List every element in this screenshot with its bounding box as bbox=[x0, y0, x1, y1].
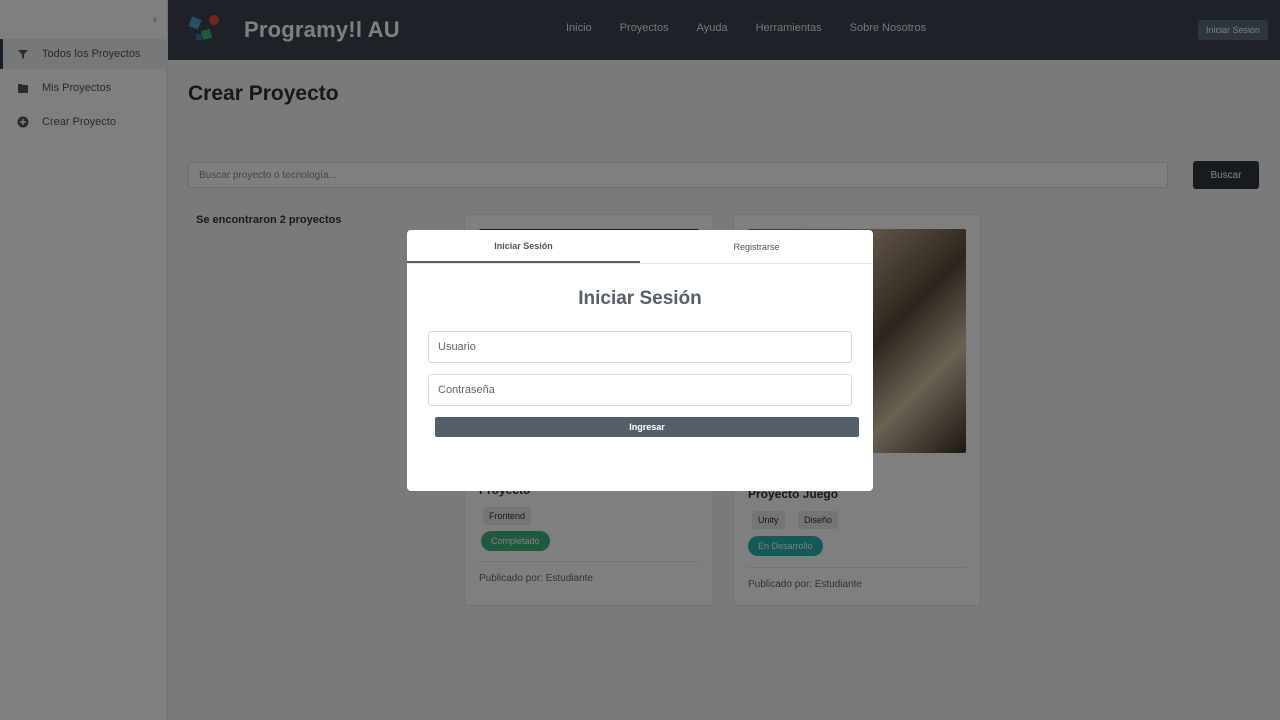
modal-heading: Iniciar Sesión bbox=[578, 288, 702, 309]
login-submit-button[interactable]: Ingresar bbox=[435, 417, 859, 437]
password-field[interactable] bbox=[428, 374, 852, 406]
login-modal: Iniciar Sesión Registrarse Iniciar Sesió… bbox=[407, 230, 873, 491]
username-field[interactable] bbox=[428, 331, 852, 363]
tab-login[interactable]: Iniciar Sesión bbox=[407, 230, 640, 263]
tab-register[interactable]: Registrarse bbox=[640, 230, 873, 264]
modal-tabs: Iniciar Sesión Registrarse bbox=[407, 230, 873, 264]
